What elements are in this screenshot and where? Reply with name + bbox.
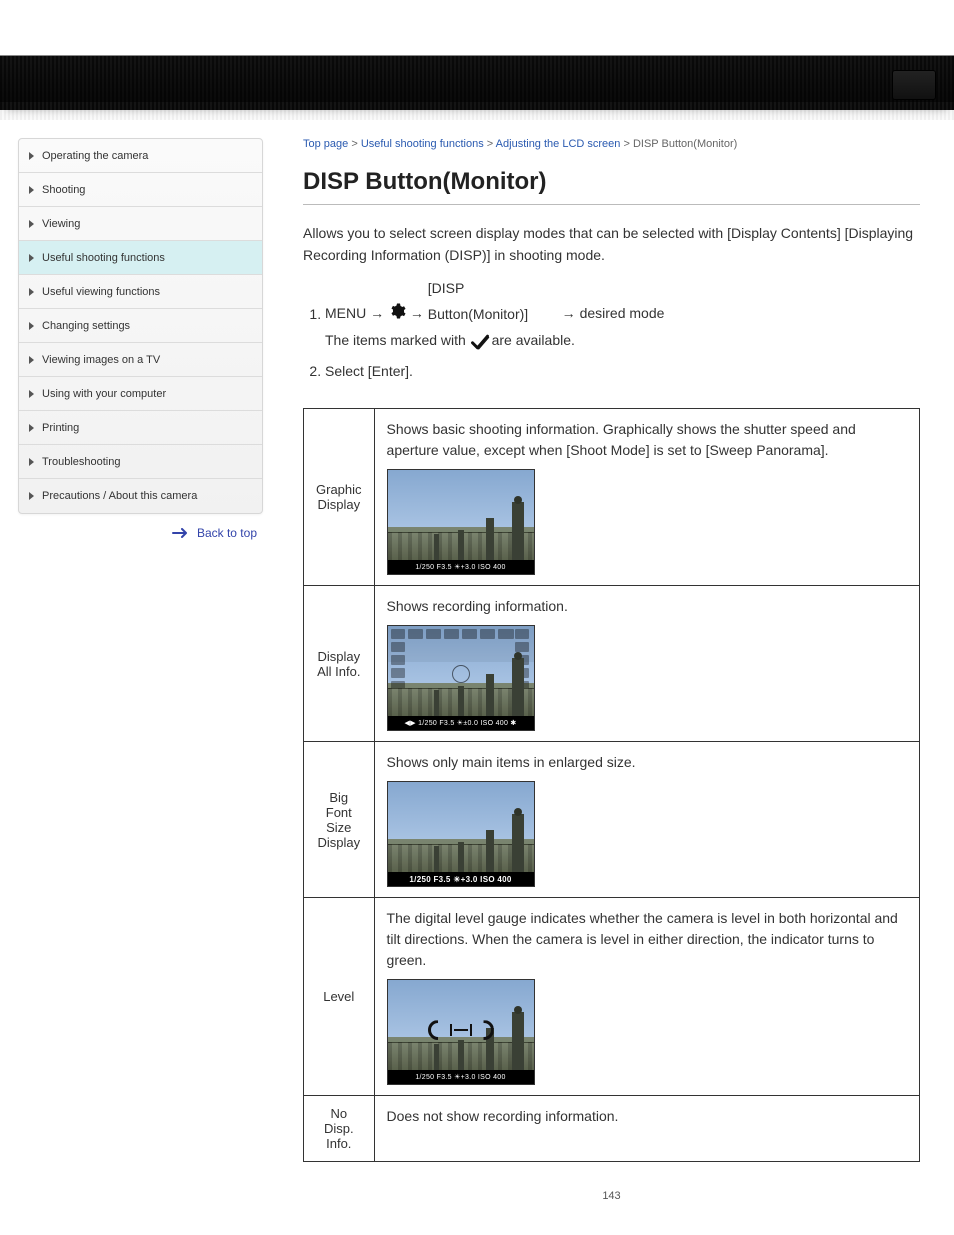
sidebar-item-label: Viewing images on a TV [42, 354, 160, 366]
page-number: 143 [303, 1190, 920, 1202]
row-desc: Shows basic shooting information. Graphi… [387, 419, 907, 461]
thumbnail-level: 1/250 F3.5 ☀+3.0 ISO 400 [387, 979, 535, 1085]
breadcrumb-link[interactable]: Top page [303, 138, 348, 150]
sidebar-item-label: Viewing [42, 218, 80, 230]
breadcrumb-link[interactable]: Useful shooting functions [361, 138, 484, 150]
step-note: are available. [492, 332, 575, 348]
caret-icon [29, 424, 34, 432]
sidebar-item-label: Shooting [42, 184, 85, 196]
row-key: Level [304, 898, 375, 1096]
row-desc: Shows recording information. [387, 596, 907, 617]
caret-icon [29, 458, 34, 466]
sidebar-item-precautions[interactable]: Precautions / About this camera [19, 479, 262, 513]
sidebar-item-label: Using with your computer [42, 388, 166, 400]
step-text: [DISP Button(Monitor)] [428, 276, 558, 326]
divider [303, 204, 920, 205]
breadcrumb-link[interactable]: Adjusting the LCD screen [496, 138, 621, 150]
page-title: DISP Button(Monitor) [303, 168, 920, 196]
gear-icon [388, 302, 406, 328]
row-content: Does not show recording information. [374, 1096, 919, 1162]
sidebar-item-shooting[interactable]: Shooting [19, 173, 262, 207]
step-text: desired mode [580, 306, 665, 322]
sidebar-item-label: Troubleshooting [42, 456, 120, 468]
arrow-right-icon [172, 527, 190, 541]
caret-icon [29, 254, 34, 262]
table-row: No Disp. Info. Does not show recording i… [304, 1096, 920, 1162]
row-desc: Shows only main items in enlarged size. [387, 752, 907, 773]
check-icon [470, 332, 488, 350]
caret-icon [29, 356, 34, 364]
step-1: MENU → → [DISP Button(Monitor)] → desire… [325, 276, 920, 353]
print-tab[interactable] [892, 70, 936, 100]
sidebar-item-label: Precautions / About this camera [42, 490, 197, 502]
sidebar-item-label: Useful shooting functions [42, 252, 165, 264]
caret-icon [29, 492, 34, 500]
table-row: Level The digital level gauge indicates … [304, 898, 920, 1096]
sidebar-item-viewing[interactable]: Viewing [19, 207, 262, 241]
table-row: Display All Info. Shows recording inform… [304, 586, 920, 742]
thumbnail-graphic-display: 1/250 F3.5 ☀+3.0 ISO 400 [387, 469, 535, 575]
sidebar-item-troubleshooting[interactable]: Troubleshooting [19, 445, 262, 479]
row-content: Shows basic shooting information. Graphi… [374, 409, 919, 586]
step-text: MENU [325, 306, 370, 322]
row-key: Graphic Display [304, 409, 375, 586]
row-key: Big Font Size Display [304, 742, 375, 898]
table-row: Graphic Display Shows basic shooting inf… [304, 409, 920, 586]
info-strip: ◀▶ 1/250 F3.5 ☀±0.0 ISO 400 ✱ [388, 716, 534, 730]
sidebar-item-tv[interactable]: Viewing images on a TV [19, 343, 262, 377]
caret-icon [29, 322, 34, 330]
sidebar-item-label: Useful viewing functions [42, 286, 160, 298]
caret-icon [29, 288, 34, 296]
breadcrumb: Top page > Useful shooting functions > A… [303, 138, 920, 150]
sidebar-item-label: Printing [42, 422, 79, 434]
row-content: Shows recording information. ◀▶ 1/250 F3… [374, 586, 919, 742]
breadcrumb-current: DISP Button(Monitor) [633, 138, 737, 150]
sidebar-item-useful-shooting[interactable]: Useful shooting functions [19, 241, 262, 275]
sidebar-item-printing[interactable]: Printing [19, 411, 262, 445]
step-note: The items marked with [325, 332, 470, 348]
thumbnail-display-all: ◀▶ 1/250 F3.5 ☀±0.0 ISO 400 ✱ [387, 625, 535, 731]
row-content: The digital level gauge indicates whethe… [374, 898, 919, 1096]
row-desc: The digital level gauge indicates whethe… [387, 908, 907, 971]
sidebar-item-computer[interactable]: Using with your computer [19, 377, 262, 411]
step-2: Select [Enter]. [325, 359, 920, 384]
display-modes-table: Graphic Display Shows basic shooting inf… [303, 408, 920, 1162]
back-to-top[interactable]: Back to top [0, 526, 257, 541]
intro-text: Allows you to select screen display mode… [303, 223, 920, 266]
row-content: Shows only main items in enlarged size. … [374, 742, 919, 898]
info-strip: 1/250 F3.5 ☀+3.0 ISO 400 [388, 560, 534, 574]
row-desc: Does not show recording information. [387, 1106, 907, 1127]
info-strip: 1/250 F3.5 ☀+3.0 ISO 400 [388, 1070, 534, 1084]
back-to-top-link[interactable]: Back to top [197, 526, 257, 540]
sidebar-item-label: Operating the camera [42, 150, 148, 162]
caret-icon [29, 390, 34, 398]
thumbnail-big-font: 1/250 F3.5 ☀+3.0 ISO 400 [387, 781, 535, 887]
steps-list: MENU → → [DISP Button(Monitor)] → desire… [303, 276, 920, 384]
sidebar-item-changing-settings[interactable]: Changing settings [19, 309, 262, 343]
caret-icon [29, 220, 34, 228]
caret-icon [29, 152, 34, 160]
table-row: Big Font Size Display Shows only main it… [304, 742, 920, 898]
info-strip: 1/250 F3.5 ☀+3.0 ISO 400 [388, 872, 534, 886]
sidebar-item-label: Changing settings [42, 320, 130, 332]
row-key: Display All Info. [304, 586, 375, 742]
sidebar: Operating the camera Shooting Viewing Us… [18, 138, 263, 514]
row-key: No Disp. Info. [304, 1096, 375, 1162]
sidebar-item-operating[interactable]: Operating the camera [19, 139, 262, 173]
sidebar-item-useful-viewing[interactable]: Useful viewing functions [19, 275, 262, 309]
main-content: Top page > Useful shooting functions > A… [263, 138, 954, 1202]
header-bar [0, 55, 954, 110]
caret-icon [29, 186, 34, 194]
